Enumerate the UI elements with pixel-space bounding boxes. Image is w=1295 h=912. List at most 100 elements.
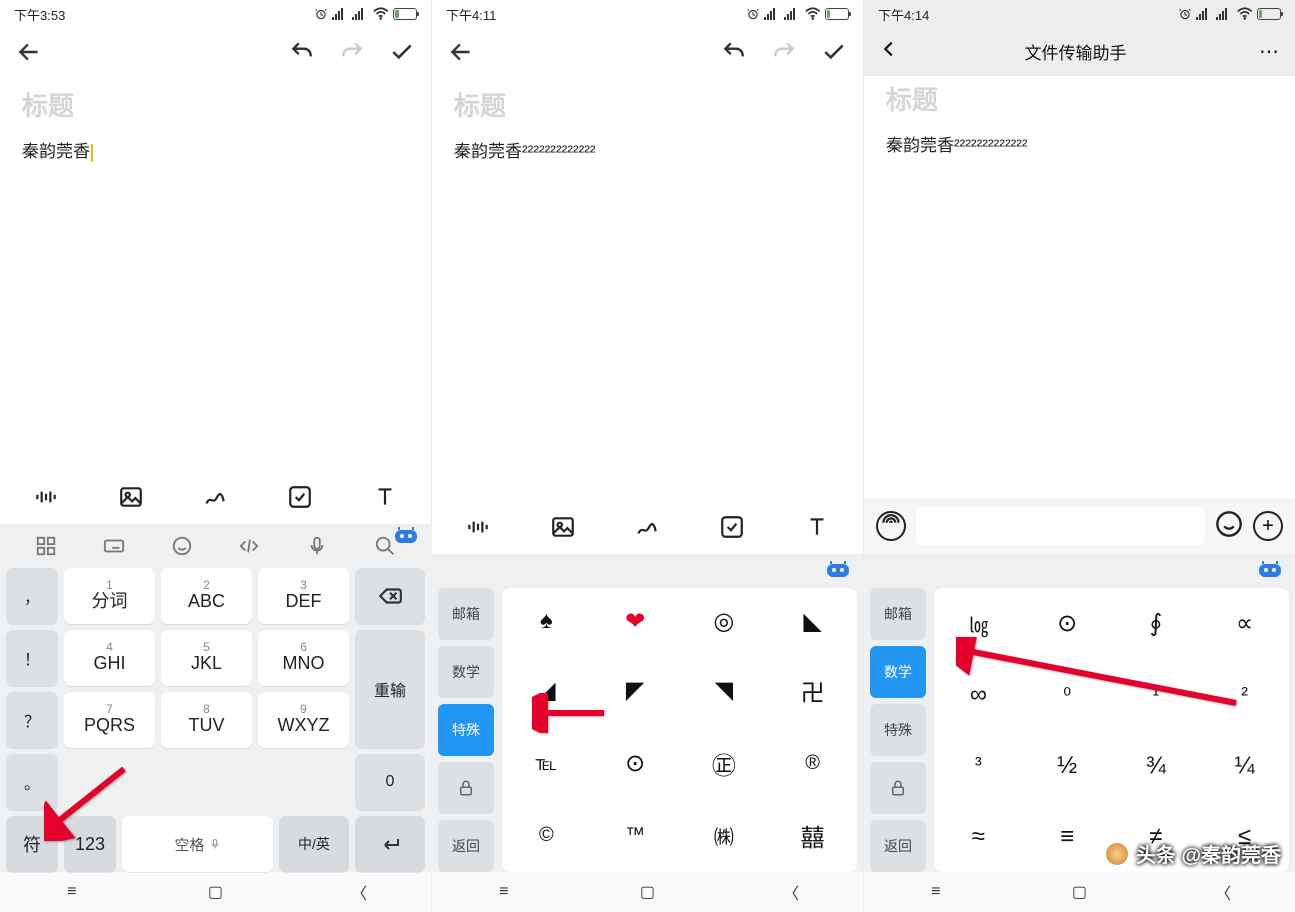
nav-home-icon[interactable]: ▢ <box>627 882 667 902</box>
back-button[interactable] <box>448 39 474 70</box>
undo-button[interactable] <box>721 39 747 70</box>
text-format-icon[interactable] <box>364 476 406 518</box>
sym-quarter[interactable]: ¼ <box>1200 731 1289 802</box>
more-button[interactable]: ⋯ <box>1251 39 1281 64</box>
title-placeholder[interactable]: 标题 <box>454 86 841 123</box>
confirm-button[interactable] <box>821 39 847 70</box>
sym-infinity[interactable]: ∞ <box>934 660 1023 731</box>
nav-menu-icon[interactable]: ≡ <box>52 883 92 901</box>
confirm-button[interactable] <box>389 39 415 70</box>
sym-circled-dot[interactable]: ⊙ <box>1023 588 1112 660</box>
nav-menu-icon[interactable]: ≡ <box>484 883 524 901</box>
space-key[interactable]: 空格 <box>122 816 273 872</box>
editor-content[interactable]: 标题 秦韵莞香²²²²²²²²²²²²² <box>864 76 1295 498</box>
nav-home-icon[interactable]: ▢ <box>195 882 235 902</box>
number-key[interactable]: 123 <box>64 816 116 872</box>
nav-back-icon[interactable]: 〈 <box>339 880 379 904</box>
punct-quest-key[interactable]: ？ <box>6 692 58 748</box>
sym-spade[interactable]: ♠ <box>502 588 591 655</box>
sym-heart[interactable]: ❤ <box>591 588 680 655</box>
sym-three-quarter[interactable]: ¾ <box>1112 731 1201 802</box>
cat-return[interactable]: 返回 <box>438 820 494 872</box>
message-input[interactable] <box>916 507 1205 545</box>
body-text[interactable]: 秦韵莞香²²²²²²²²²²²²² <box>454 137 841 162</box>
sym-proportional[interactable]: ∝ <box>1200 588 1289 660</box>
body-text[interactable]: 秦韵莞香 <box>22 137 409 162</box>
sym-sup0[interactable]: ⁰ <box>1023 660 1112 731</box>
enter-key[interactable] <box>355 816 425 872</box>
voice-icon[interactable] <box>306 535 328 562</box>
checkbox-icon[interactable] <box>279 476 321 518</box>
cat-math[interactable]: 数学 <box>870 646 926 698</box>
sym-sup3[interactable]: ³ <box>934 731 1023 802</box>
cat-email[interactable]: 邮箱 <box>870 588 926 640</box>
key-9[interactable]: 9WXYZ <box>258 692 349 748</box>
emoji-button[interactable] <box>1215 510 1243 543</box>
keyboard-brand-icon[interactable] <box>391 522 421 546</box>
key-1[interactable]: 1分词 <box>64 568 155 624</box>
sym-sup2[interactable]: ² <box>1200 660 1289 731</box>
scribble-icon[interactable] <box>194 476 236 518</box>
sym-half[interactable]: ½ <box>1023 731 1112 802</box>
nav-back-icon[interactable]: 〈 <box>1203 880 1243 904</box>
emoji-icon[interactable] <box>171 535 193 562</box>
sym-identical[interactable]: ≡ <box>1023 801 1112 872</box>
cat-lock[interactable] <box>438 762 494 814</box>
key-4[interactable]: 4GHI <box>64 630 155 686</box>
keyboard-layout-icon[interactable] <box>103 535 125 562</box>
backspace-key[interactable] <box>355 568 425 624</box>
title-placeholder[interactable]: 标题 <box>22 86 409 123</box>
voice-wave-icon[interactable] <box>457 506 499 548</box>
scribble-icon[interactable] <box>626 506 668 548</box>
key-3[interactable]: 3DEF <box>258 568 349 624</box>
body-text[interactable]: 秦韵莞香²²²²²²²²²²²²² <box>886 131 1273 156</box>
grid-icon[interactable] <box>35 535 57 562</box>
key-8[interactable]: 8TUV <box>161 692 252 748</box>
retype-key[interactable]: 重输 <box>355 630 425 748</box>
cat-email[interactable]: 邮箱 <box>438 588 494 640</box>
sym-trademark[interactable]: ™ <box>591 800 680 873</box>
image-icon[interactable] <box>110 476 152 518</box>
text-format-icon[interactable] <box>796 506 838 548</box>
sym-tel[interactable]: ℡ <box>502 727 591 800</box>
voice-wave-icon[interactable] <box>25 476 67 518</box>
symbol-key[interactable]: 符 <box>6 816 58 872</box>
sym-triangle-tl[interactable]: ◤ <box>591 655 680 728</box>
sym-sup1[interactable]: ¹ <box>1112 660 1201 731</box>
key-6[interactable]: 6MNO <box>258 630 349 686</box>
language-key[interactable]: 中/英 <box>279 816 349 872</box>
cat-special[interactable]: 特殊 <box>870 704 926 756</box>
editor-content[interactable]: 标题 秦韵莞香 <box>0 82 431 470</box>
cat-return[interactable]: 返回 <box>870 820 926 872</box>
checkbox-icon[interactable] <box>711 506 753 548</box>
sym-triangle-tr[interactable]: ◥ <box>680 655 769 728</box>
back-button[interactable] <box>878 38 900 65</box>
plus-button[interactable]: + <box>1253 511 1283 541</box>
key-5[interactable]: 5JKL <box>161 630 252 686</box>
sym-kabu[interactable]: ㈱ <box>680 800 769 873</box>
editor-content[interactable]: 标题 秦韵莞香²²²²²²²²²²²²² <box>432 82 863 500</box>
keyboard-brand-icon[interactable] <box>823 556 853 580</box>
code-tag-icon[interactable] <box>238 535 260 562</box>
sym-triangle-bl[interactable]: ◣ <box>768 588 857 655</box>
sym-correct[interactable]: ㊣ <box>680 727 769 800</box>
title-placeholder[interactable]: 标题 <box>886 80 1273 117</box>
sym-double-happiness[interactable]: 囍 <box>768 800 857 873</box>
nav-menu-icon[interactable]: ≡ <box>916 883 956 901</box>
sym-dot-circle[interactable]: ⊙ <box>591 727 680 800</box>
nav-back-icon[interactable]: 〈 <box>771 880 811 904</box>
sym-registered[interactable]: ® <box>768 727 857 800</box>
sym-triangle-br[interactable]: ◢ <box>502 655 591 728</box>
undo-button[interactable] <box>289 39 315 70</box>
punct-period-key[interactable]: 。 <box>6 754 58 810</box>
sym-integral[interactable]: ∮ <box>1112 588 1201 660</box>
cat-special[interactable]: 特殊 <box>438 704 494 756</box>
cat-lock[interactable] <box>870 762 926 814</box>
sym-log[interactable]: ㏒ <box>934 588 1023 660</box>
back-button[interactable] <box>16 39 42 70</box>
voice-input-icon[interactable] <box>876 511 906 541</box>
cat-math[interactable]: 数学 <box>438 646 494 698</box>
key-2[interactable]: 2ABC <box>161 568 252 624</box>
key-0[interactable]: 0 <box>355 754 425 810</box>
image-icon[interactable] <box>542 506 584 548</box>
